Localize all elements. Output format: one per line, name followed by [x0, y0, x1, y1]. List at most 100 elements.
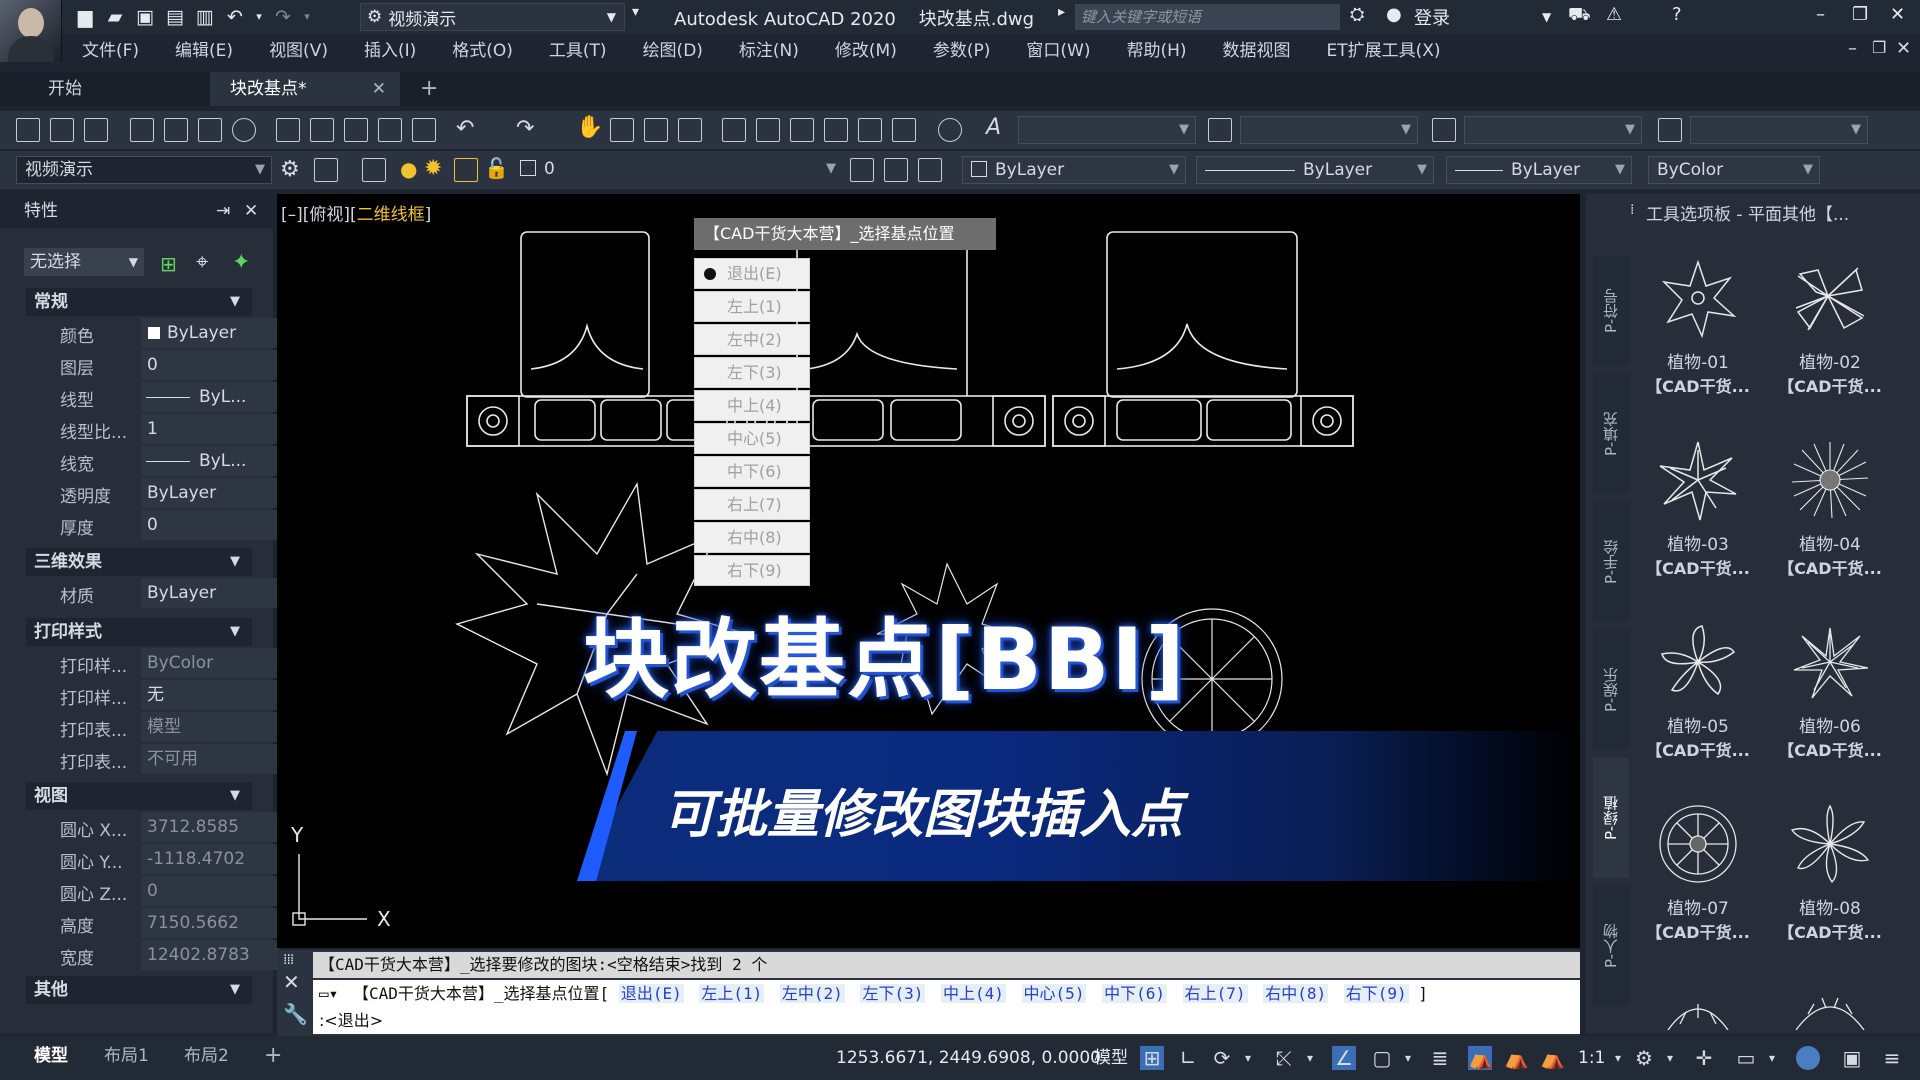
workspace-switcher[interactable]: ⚙ 视频演示 ▼ — [360, 3, 625, 31]
table-style-icon[interactable] — [1432, 118, 1456, 142]
section-general[interactable]: 常规 ▼ — [26, 288, 252, 316]
prop-row[interactable]: 宽度 12402.8783 — [26, 940, 279, 970]
prop-row[interactable]: 厚度 0 — [26, 510, 279, 540]
polar-icon[interactable]: ⤪ — [1272, 1046, 1296, 1070]
prop-row[interactable]: 圆心 Z... 0 — [26, 876, 279, 906]
multileader-style-icon[interactable] — [1658, 118, 1682, 142]
prop-row[interactable]: 线型比... 1 — [26, 414, 279, 444]
layer-states-icon[interactable] — [362, 158, 386, 182]
cart-icon[interactable]: ⛟ — [1568, 4, 1591, 28]
lineweight-icon[interactable]: ≣ — [1428, 1046, 1452, 1070]
login-button[interactable]: 登录 — [1414, 4, 1450, 30]
ortho-dropdown-icon[interactable]: ▾ — [1236, 1046, 1260, 1070]
auto-scale-icon[interactable]: ⛺ — [1504, 1046, 1529, 1070]
tab-current-drawing[interactable]: 块改基点* ✕ — [210, 72, 400, 106]
workspace-gear-icon[interactable]: ⚙ — [1632, 1046, 1656, 1070]
workspace-settings-icon[interactable]: ⚙ — [280, 157, 300, 182]
multileader-style-select[interactable]: ▼ — [1690, 116, 1868, 144]
color-select[interactable]: ByLayer ▼ — [962, 156, 1186, 184]
chevron-right-icon[interactable]: ▸ — [1058, 4, 1065, 20]
menu-data-view[interactable]: 数据视图 — [1205, 36, 1309, 66]
menu-tools[interactable]: 工具(T) — [531, 36, 625, 66]
layout-tab-1[interactable]: 布局1 — [92, 1040, 161, 1072]
prop-row[interactable]: 颜色 ByLayer — [26, 318, 279, 348]
menu-insert[interactable]: 插入(I) — [346, 36, 434, 66]
prop-row[interactable]: 图层 0 — [26, 350, 279, 380]
add-layout-icon[interactable]: + — [252, 1040, 294, 1072]
close-icon[interactable]: ✕ — [244, 194, 258, 228]
prop-value[interactable]: 0 — [141, 510, 279, 540]
prop-row[interactable]: 材质 ByLayer — [26, 578, 279, 608]
menu-view[interactable]: 视图(V) — [251, 36, 346, 66]
cut-icon[interactable] — [276, 118, 300, 142]
isolate-objects-icon[interactable] — [1796, 1046, 1820, 1070]
layer-select[interactable]: 0 ▼ — [512, 156, 842, 184]
make-current-icon[interactable] — [850, 158, 874, 182]
help-icon[interactable] — [938, 118, 962, 142]
command-icon[interactable]: ▭▾ — [319, 980, 338, 1008]
undo-icon[interactable]: ↶ — [456, 116, 474, 141]
dim-style-icon[interactable] — [1208, 118, 1232, 142]
customization-menu-icon[interactable]: ≡ — [1880, 1046, 1904, 1070]
help-icon[interactable]: ? — [1672, 4, 1682, 25]
menu-help[interactable]: 帮助(H) — [1108, 36, 1204, 66]
properties-icon[interactable] — [722, 118, 746, 142]
units-dropdown-icon[interactable]: ▾ — [1760, 1046, 1784, 1070]
tab-start[interactable]: 开始 — [28, 72, 198, 106]
tool-plant-02[interactable]: 植物-02 【CAD干货... — [1770, 256, 1890, 426]
selection-dropdown[interactable]: 无选择 ▼ — [24, 248, 144, 276]
zoom-realtime-icon[interactable] — [610, 118, 634, 142]
menu-item-exit[interactable]: 退出(E) — [694, 258, 810, 289]
prop-value[interactable]: ByLayer — [141, 478, 279, 508]
workspace-select[interactable]: 视频演示 ▼ — [16, 156, 272, 184]
snap-icon[interactable]: ∟ — [1176, 1046, 1200, 1070]
user-icon[interactable]: ● — [1386, 4, 1402, 25]
prop-row[interactable]: 圆心 Y... -1118.4702 — [26, 844, 279, 874]
isodraft-icon[interactable]: ∠ — [1332, 1046, 1356, 1070]
option-bottom-center[interactable]: 中下(6) — [1102, 984, 1167, 1003]
search-input[interactable]: 键入关键字或短语 — [1075, 4, 1340, 30]
user-avatar[interactable] — [0, 0, 62, 62]
sun-icon[interactable]: ✹ — [424, 156, 442, 181]
layer-manager-icon[interactable] — [314, 158, 338, 182]
tab-hand-drawn[interactable]: P-手绘 — [1593, 502, 1629, 622]
layout-tab-2[interactable]: 布局2 — [172, 1040, 241, 1072]
tool-plant-03[interactable]: 植物-03 【CAD干货... — [1638, 438, 1758, 608]
units-icon[interactable]: ▭ — [1734, 1046, 1758, 1070]
coordinates-readout[interactable]: 1253.6671, 2449.6908, 0.0000 — [836, 1036, 1101, 1080]
tab-entertainment[interactable]: P-娱乐 — [1593, 630, 1629, 750]
plot-preview-icon[interactable] — [164, 118, 188, 142]
menu-parametric[interactable]: 参数(P) — [915, 36, 1009, 66]
tab-greenery[interactable]: P-绿植 — [1593, 758, 1629, 878]
tab-people[interactable]: P-人物 — [1593, 886, 1629, 1006]
menu-edit[interactable]: 编辑(E) — [157, 36, 251, 66]
annotation-scale-icon[interactable]: ⛺ — [1540, 1046, 1565, 1070]
scale-dropdown-icon[interactable]: ▾ — [1606, 1046, 1630, 1070]
section-plot-style[interactable]: 打印样式 ▼ — [26, 618, 252, 646]
design-center-icon[interactable] — [756, 118, 780, 142]
text-style-icon[interactable]: A — [986, 115, 1001, 140]
layer-iso-icon[interactable] — [918, 158, 942, 182]
prop-value[interactable]: 1 — [141, 414, 279, 444]
prop-row[interactable]: 圆心 X... 3712.8585 — [26, 812, 279, 842]
prop-row[interactable]: 打印表... 不可用 — [26, 744, 279, 774]
option-center[interactable]: 中心(5) — [1021, 984, 1087, 1003]
block-editor-icon[interactable] — [412, 118, 436, 142]
layer-previous-icon[interactable] — [884, 158, 908, 182]
tool-plant-10-partial[interactable] — [1770, 984, 1890, 1030]
close-command-icon[interactable]: ✕ — [283, 970, 300, 994]
prop-value[interactable]: ByLayer — [141, 318, 279, 348]
pan-icon[interactable]: ✋ — [576, 115, 603, 140]
prop-value[interactable]: ByLayer — [141, 578, 279, 608]
menu-draw[interactable]: 绘图(D) — [625, 36, 721, 66]
osnap-icon[interactable]: ▢ — [1370, 1046, 1394, 1070]
prop-row[interactable]: 线宽 ByL... — [26, 446, 279, 476]
pin-icon[interactable]: ⇥ — [216, 194, 230, 228]
layout-tab-model[interactable]: 模型 — [22, 1040, 80, 1072]
prop-row[interactable]: 高度 7150.5662 — [26, 908, 279, 938]
linetype-select[interactable]: ByLayer ▼ — [1196, 156, 1434, 184]
tab-symbols[interactable]: P-符号 — [1593, 256, 1629, 366]
crosshair-icon[interactable]: ✛ — [1692, 1046, 1716, 1070]
tool-plant-09-partial[interactable] — [1638, 984, 1758, 1030]
menu-modify[interactable]: 修改(M) — [817, 36, 915, 66]
